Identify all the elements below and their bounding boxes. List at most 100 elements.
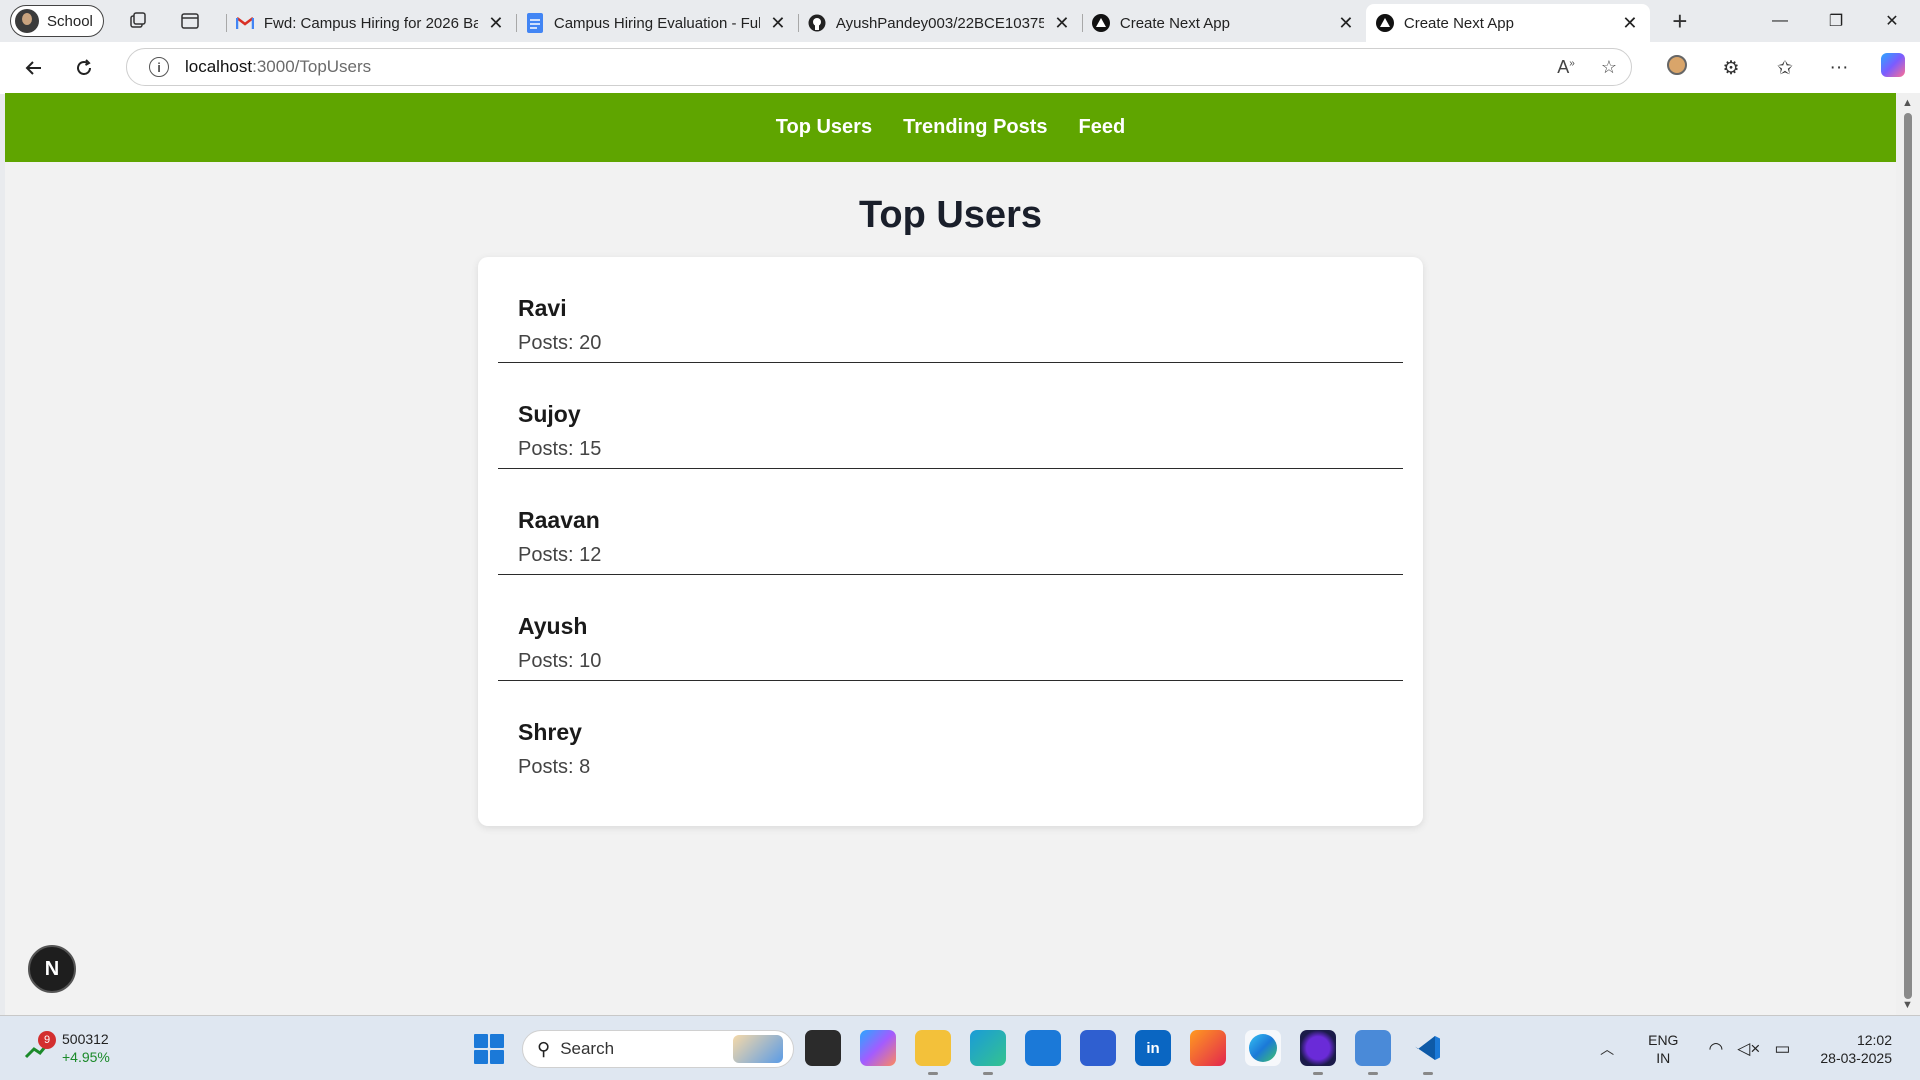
posts-prefix: Posts: — [518, 544, 580, 566]
nav-link-feed[interactable]: Feed — [1079, 116, 1126, 139]
search-icon: ⚲ — [537, 1038, 551, 1059]
edge-dev-icon[interactable] — [970, 1030, 1006, 1075]
clock[interactable]: 12:02 28-03-2025 — [1820, 1031, 1892, 1067]
user-post-count: Posts: 12 — [518, 544, 1403, 567]
language-code: ENG — [1648, 1031, 1679, 1048]
vscode-icon[interactable] — [1410, 1030, 1446, 1075]
posts-value: 8 — [579, 756, 591, 778]
region-code: IN — [1656, 1049, 1671, 1066]
favorites-icon[interactable]: ✩ — [1758, 57, 1812, 80]
copilot-app-icon[interactable] — [860, 1030, 896, 1066]
posts-prefix: Posts: — [518, 332, 580, 354]
tab-github[interactable]: AyushPandey003/22BCE10375 ✕ — [797, 6, 1082, 40]
site-info-icon[interactable]: i — [149, 57, 169, 77]
vertical-scrollbar[interactable]: ▲ ▼ — [1896, 93, 1920, 1015]
show-hidden-icons-icon[interactable]: ︿ — [1600, 1039, 1614, 1059]
list-item: Raavan Posts: 12 — [498, 469, 1403, 575]
firefox-icon[interactable] — [1190, 1030, 1226, 1066]
profile-button[interactable]: School — [10, 5, 104, 37]
nav-link-trending-posts[interactable]: Trending Posts — [903, 116, 1047, 139]
tab-actions-icon[interactable] — [174, 5, 206, 37]
stock-widget[interactable]: 9 500312 +4.95% — [24, 1030, 110, 1066]
list-item: Sujoy Posts: 15 — [498, 363, 1403, 469]
close-icon[interactable]: ✕ — [1620, 13, 1640, 34]
favorite-star-icon[interactable]: ☆ — [1601, 57, 1617, 78]
page-viewport: Top Users Trending Posts Feed Top Users … — [5, 93, 1896, 1015]
url-path: :3000/TopUsers — [252, 57, 372, 76]
scroll-up-icon[interactable]: ▲ — [1902, 97, 1913, 109]
close-window-icon[interactable]: ✕ — [1864, 0, 1920, 42]
notepad-icon[interactable] — [1355, 1030, 1391, 1075]
restore-icon[interactable]: ❐ — [1808, 0, 1864, 42]
close-icon[interactable]: ✕ — [1336, 13, 1356, 34]
close-icon[interactable]: ✕ — [486, 13, 506, 34]
close-icon[interactable]: ✕ — [768, 13, 788, 34]
minimize-icon[interactable]: — — [1752, 0, 1808, 42]
task-view-icon[interactable] — [805, 1030, 841, 1066]
volume-muted-icon[interactable]: ◁× — [1737, 1039, 1760, 1059]
tab-title: Create Next App — [1119, 14, 1230, 32]
address-bar[interactable]: i localhost:3000/TopUsers A» ☆ — [126, 48, 1632, 86]
windows-taskbar: 9 500312 +4.95% ⚲ Search in ︿ ENG IN ◠ ◁… — [0, 1015, 1920, 1080]
tab-title: Create Next App — [1403, 14, 1514, 32]
tab-next-app-active[interactable]: Create Next App ✕ — [1365, 4, 1650, 42]
posts-prefix: Posts: — [518, 756, 580, 778]
workspaces-icon[interactable] — [122, 5, 154, 37]
back-arrow-icon[interactable] — [14, 48, 54, 88]
url-text[interactable]: localhost:3000/TopUsers — [185, 57, 371, 77]
taskbar-search[interactable]: ⚲ Search — [522, 1030, 794, 1068]
clock-date: 28-03-2025 — [1820, 1049, 1892, 1066]
nextjs-icon — [1091, 14, 1110, 32]
page-title: Top Users — [858, 194, 1042, 236]
edge-icon[interactable] — [1245, 1030, 1281, 1066]
search-highlight-icon — [733, 1035, 783, 1063]
tab-docs[interactable]: Campus Hiring Evaluation - Full ✕ — [515, 6, 798, 40]
list-item: Ayush Posts: 10 — [498, 575, 1403, 681]
docs-icon — [526, 13, 544, 33]
search-label: Search — [560, 1039, 615, 1058]
refresh-icon[interactable] — [64, 48, 104, 88]
file-explorer-icon[interactable] — [915, 1030, 951, 1075]
extensions-puzzle-icon[interactable]: ⚙ — [1704, 57, 1758, 80]
user-name: Shrey — [518, 719, 582, 745]
posts-value: 10 — [579, 650, 602, 672]
profile-label: School — [47, 12, 93, 30]
tab-next-app[interactable]: Create Next App ✕ — [1081, 6, 1366, 40]
language-indicator[interactable]: ENG IN — [1648, 1031, 1678, 1067]
user-name: Ravi — [518, 295, 567, 321]
scrollbar-thumb[interactable] — [1904, 113, 1912, 999]
dev-badge-label: N — [44, 957, 60, 980]
browser-toolbar: i localhost:3000/TopUsers A» ☆ ⚙ ✩ ··· — [0, 42, 1920, 94]
gmail-icon — [235, 14, 254, 32]
wifi-icon[interactable]: ◠ — [1708, 1039, 1723, 1059]
linkedin-icon[interactable]: in — [1135, 1030, 1171, 1066]
windows-start-icon[interactable] — [474, 1034, 504, 1064]
microsoft-store-icon[interactable] — [1080, 1030, 1116, 1066]
nextjs-dev-tools-button[interactable]: N — [28, 945, 76, 993]
extension-avatar-icon[interactable] — [1650, 55, 1704, 81]
posts-prefix: Posts: — [518, 650, 580, 672]
posts-prefix: Posts: — [518, 438, 580, 460]
user-name: Raavan — [518, 507, 600, 533]
more-menu-icon[interactable]: ··· — [1812, 57, 1866, 79]
battery-icon[interactable]: ▭ — [1774, 1039, 1790, 1059]
scroll-down-icon[interactable]: ▼ — [1902, 999, 1913, 1011]
list-item: Shrey Posts: 8 — [498, 681, 1403, 787]
user-name: Ayush — [518, 613, 588, 639]
outlook-icon[interactable] — [1025, 1030, 1061, 1066]
tab-gmail[interactable]: Fwd: Campus Hiring for 2026 Ba ✕ — [225, 6, 516, 40]
read-aloud-icon[interactable]: A» — [1557, 57, 1575, 78]
top-users-card: Ravi Posts: 20 Sujoy Posts: 15 Raavan Po… — [478, 257, 1423, 826]
taskbar-apps: in — [805, 1030, 1446, 1075]
copilot-icon[interactable] — [1866, 53, 1920, 83]
new-tab-button[interactable]: + — [1664, 6, 1696, 37]
stock-value: 500312 — [62, 1031, 109, 1047]
obs-icon[interactable] — [1300, 1030, 1336, 1075]
nav-link-top-users[interactable]: Top Users — [776, 116, 872, 139]
posts-value: 12 — [579, 544, 602, 566]
close-icon[interactable]: ✕ — [1052, 13, 1072, 34]
site-nav: Top Users Trending Posts Feed — [5, 93, 1896, 162]
posts-value: 15 — [579, 438, 602, 460]
user-post-count: Posts: 10 — [518, 650, 1403, 673]
user-post-count: Posts: 20 — [518, 332, 1403, 355]
